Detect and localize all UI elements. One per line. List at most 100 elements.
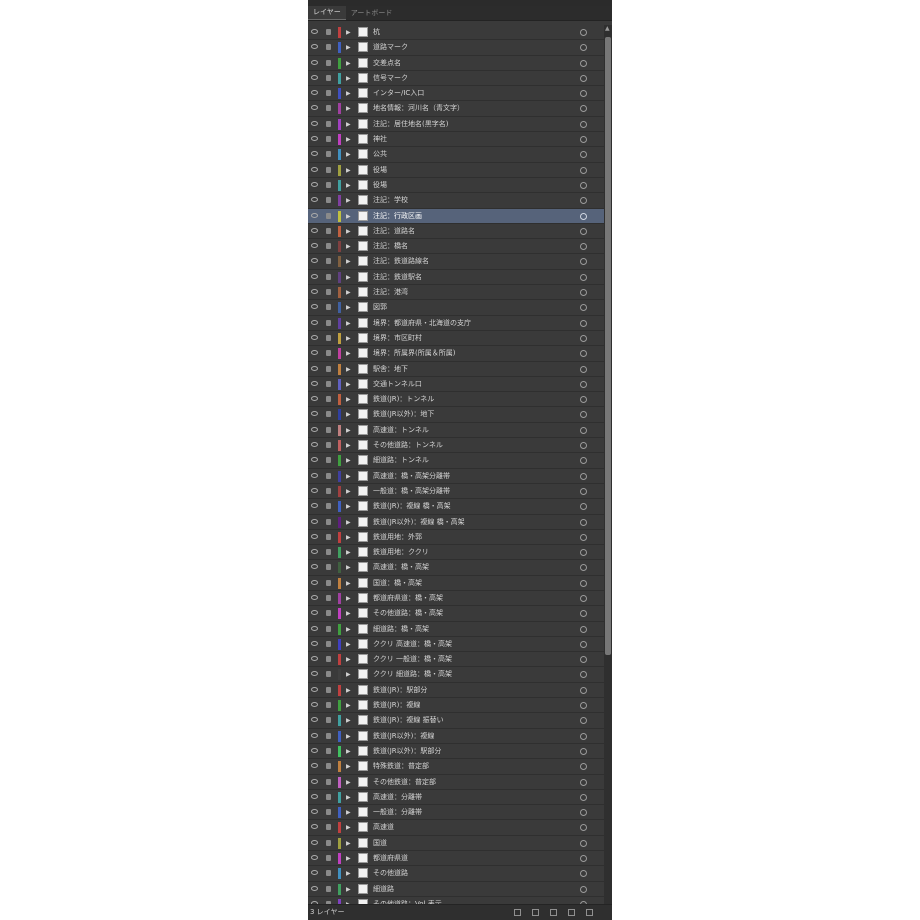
layer-name[interactable]: 鉄道(JR以外)：地下 <box>373 407 434 422</box>
layer-name[interactable]: 一般道：分離帯 <box>373 805 422 820</box>
expand-triangle-icon[interactable]: ▶ <box>346 58 351 69</box>
target-circle-icon[interactable] <box>580 411 587 419</box>
eye-icon[interactable] <box>311 136 318 142</box>
eye-icon[interactable] <box>311 671 318 677</box>
eye-icon[interactable] <box>311 258 318 264</box>
layer-name[interactable]: 鉄道(JR)：複線 橋・高架 <box>373 499 451 514</box>
layer-name[interactable]: 神社 <box>373 132 387 147</box>
new-layer-icon[interactable] <box>568 909 575 916</box>
layer-row[interactable]: ▶ 高速道 <box>308 820 604 836</box>
expand-triangle-icon[interactable]: ▶ <box>346 119 351 130</box>
layer-name[interactable]: 交通トンネル口 <box>373 377 422 392</box>
target-circle-icon[interactable] <box>580 778 587 786</box>
target-circle-icon[interactable] <box>580 824 587 832</box>
eye-icon[interactable] <box>311 212 318 218</box>
target-circle-icon[interactable] <box>580 442 587 450</box>
eye-icon[interactable] <box>311 197 318 203</box>
lock-icon[interactable] <box>326 74 331 81</box>
expand-triangle-icon[interactable]: ▶ <box>346 685 351 696</box>
target-circle-icon[interactable] <box>580 380 587 388</box>
lock-icon[interactable] <box>326 334 331 341</box>
layer-row[interactable]: ▶ 細道路：トンネル <box>308 453 604 469</box>
eye-icon[interactable] <box>311 472 318 478</box>
layer-name[interactable]: 鉄道(JR以外)：複線 橋・高架 <box>373 515 465 530</box>
lock-icon[interactable] <box>326 151 331 158</box>
lock-icon[interactable] <box>326 610 331 617</box>
layer-name[interactable]: 特殊鉄道：普定部 <box>373 759 429 774</box>
layer-name[interactable]: 交差点名 <box>373 56 401 71</box>
eye-icon[interactable] <box>311 686 318 692</box>
lock-icon[interactable] <box>326 380 331 387</box>
layer-row[interactable]: ▶ 鉄道(JR)：トンネル <box>308 392 604 408</box>
lock-icon[interactable] <box>326 747 331 754</box>
locate-object-icon[interactable] <box>514 909 521 916</box>
eye-icon[interactable] <box>311 747 318 753</box>
layer-name[interactable]: 鉄道(JR以外)：駅部分 <box>373 744 441 759</box>
layer-name[interactable]: 高速道：橋・高架分離帯 <box>373 469 450 484</box>
lock-icon[interactable] <box>326 487 331 494</box>
expand-triangle-icon[interactable]: ▶ <box>346 853 351 864</box>
eye-icon[interactable] <box>311 304 318 310</box>
expand-triangle-icon[interactable]: ▶ <box>346 165 351 176</box>
expand-triangle-icon[interactable]: ▶ <box>346 639 351 650</box>
lock-icon[interactable] <box>326 273 331 280</box>
layer-name[interactable]: その他道路 <box>373 866 408 881</box>
layer-name[interactable]: 注記：道路名 <box>373 224 415 239</box>
expand-triangle-icon[interactable]: ▶ <box>346 471 351 482</box>
layer-name[interactable]: 注記：鉄道路線名 <box>373 254 429 269</box>
new-sublayer-icon[interactable] <box>550 909 557 916</box>
layer-row[interactable]: ▶ 鉄道(JR)：複線 振替い <box>308 713 604 729</box>
target-circle-icon[interactable] <box>580 747 587 755</box>
expand-triangle-icon[interactable]: ▶ <box>346 364 351 375</box>
layer-row[interactable]: ▶ 神社 <box>308 132 604 148</box>
target-circle-icon[interactable] <box>580 426 587 434</box>
target-circle-icon[interactable] <box>580 855 587 863</box>
eye-icon[interactable] <box>311 273 318 279</box>
layer-row[interactable]: ▶ 特殊鉄道：普定部 <box>308 759 604 775</box>
layer-name[interactable]: 注記：居住地名(黒字名) <box>373 117 448 132</box>
target-circle-icon[interactable] <box>580 151 587 159</box>
layer-name[interactable]: 杭 <box>373 25 380 40</box>
lock-icon[interactable] <box>326 809 331 816</box>
layer-row[interactable]: ▶ 駅舎：地下 <box>308 362 604 377</box>
expand-triangle-icon[interactable]: ▶ <box>346 715 351 726</box>
layer-name[interactable]: 国道：橋・高架 <box>373 576 422 591</box>
layer-row[interactable]: ▶ 交差点名 <box>308 56 604 71</box>
eye-icon[interactable] <box>311 120 318 126</box>
target-circle-icon[interactable] <box>580 289 587 297</box>
lock-icon[interactable] <box>326 579 331 586</box>
lock-icon[interactable] <box>326 258 331 265</box>
expand-triangle-icon[interactable]: ▶ <box>346 73 351 84</box>
eye-icon[interactable] <box>311 610 318 616</box>
layer-name[interactable]: その他鉄道：普定部 <box>373 775 436 790</box>
eye-icon[interactable] <box>311 732 318 738</box>
target-circle-icon[interactable] <box>580 258 587 266</box>
layer-row[interactable]: ▶ 高速道：分離帯 <box>308 790 604 806</box>
lock-icon[interactable] <box>326 197 331 204</box>
target-circle-icon[interactable] <box>580 564 587 572</box>
lock-icon[interactable] <box>326 426 331 433</box>
eye-icon[interactable] <box>311 334 318 340</box>
lock-icon[interactable] <box>326 44 331 51</box>
layer-row[interactable]: ▶ 一般道：橋・高架分離帯 <box>308 484 604 500</box>
eye-icon[interactable] <box>311 625 318 631</box>
layer-name[interactable]: 境界：都道府県・北海道の支庁 <box>373 316 471 331</box>
scroll-up-arrow-icon[interactable]: ▲ <box>605 25 611 33</box>
layer-name[interactable]: 注記：鉄道駅名 <box>373 270 422 285</box>
expand-triangle-icon[interactable]: ▶ <box>346 287 351 298</box>
layer-name[interactable]: 一般道：橋・高架分離帯 <box>373 484 450 499</box>
target-circle-icon[interactable] <box>580 227 587 235</box>
layer-row[interactable]: ▶ 鉄道(JR)：複線 橋・高架 <box>308 499 604 515</box>
expand-triangle-icon[interactable]: ▶ <box>346 822 351 833</box>
target-circle-icon[interactable] <box>580 44 587 52</box>
layer-row[interactable]: ▶ 高速道：橋・高架 <box>308 560 604 576</box>
eye-icon[interactable] <box>311 855 318 861</box>
target-circle-icon[interactable] <box>580 503 587 511</box>
layer-row[interactable]: ▶ 鉄道(JR)：駅部分 <box>308 683 604 699</box>
expand-triangle-icon[interactable]: ▶ <box>346 103 351 114</box>
target-circle-icon[interactable] <box>580 120 587 128</box>
layer-name[interactable]: 役場 <box>373 163 387 178</box>
lock-icon[interactable] <box>326 778 331 785</box>
target-circle-icon[interactable] <box>580 350 587 358</box>
target-circle-icon[interactable] <box>580 105 587 113</box>
